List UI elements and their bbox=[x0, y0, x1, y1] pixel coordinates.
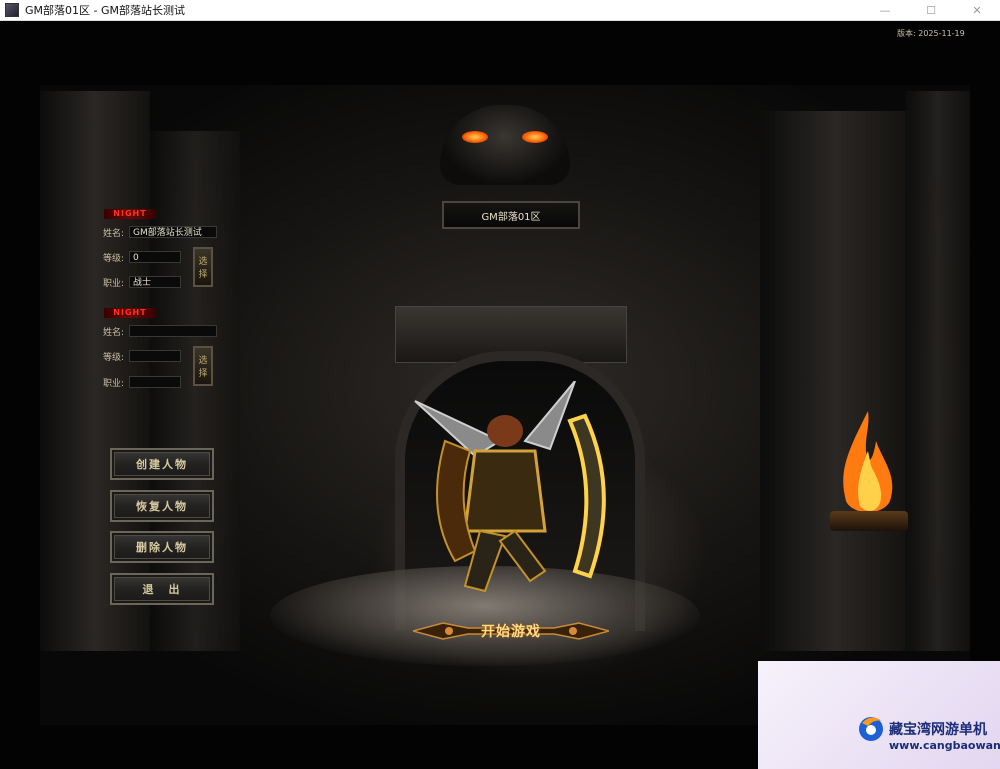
slot-1-level-value: 0 bbox=[133, 253, 139, 263]
left-pillar bbox=[40, 91, 150, 651]
maximize-button[interactable]: ☐ bbox=[908, 0, 954, 20]
delete-character-button[interactable]: 删除人物 bbox=[110, 531, 214, 563]
slot-2-select-button[interactable]: 选 择 bbox=[193, 346, 213, 386]
window-controls: — ☐ ✕ bbox=[862, 0, 1000, 20]
slot-2-class-field[interactable] bbox=[129, 376, 181, 388]
dragon-eye-right bbox=[522, 131, 548, 143]
slot-2-select-char-1: 选 bbox=[198, 356, 208, 366]
maximize-icon: ☐ bbox=[926, 3, 936, 17]
slot-1-title: NIGHT bbox=[104, 209, 156, 219]
create-character-button[interactable]: 创建人物 bbox=[110, 448, 214, 480]
server-name-box: GM部落01区 bbox=[442, 201, 580, 229]
slot-2-name-label: 姓名: bbox=[103, 328, 125, 338]
warrior-leg-right bbox=[498, 529, 547, 583]
restore-character-button[interactable]: 恢复人物 bbox=[110, 490, 214, 522]
slot-1-select-char-2: 择 bbox=[198, 270, 208, 280]
slot-2-name-field[interactable] bbox=[129, 325, 217, 337]
slot-1-name-label: 姓名: bbox=[103, 229, 125, 239]
brazier-fire bbox=[843, 411, 893, 513]
slot-2-level-label: 等级: bbox=[103, 353, 125, 363]
site-watermark: 藏宝湾网游单机 www.cangbaowan.net bbox=[758, 661, 1000, 769]
site-name: 藏宝湾网游单机 bbox=[889, 722, 987, 738]
delete-character-label: 删除人物 bbox=[136, 541, 188, 554]
app-icon bbox=[5, 3, 19, 17]
slot-1-select-button[interactable]: 选 择 bbox=[193, 247, 213, 287]
server-name: GM部落01区 bbox=[481, 211, 541, 223]
brazier bbox=[830, 511, 908, 531]
minimize-button[interactable]: — bbox=[862, 0, 908, 20]
slot-1-name-field[interactable]: GM部落站长测试 bbox=[129, 226, 217, 238]
slot-2-title: NIGHT bbox=[104, 308, 156, 318]
game-canvas: 版本: 2025-11-19 GM部落01区 NIGHT 姓名: GM部落站长测… bbox=[0, 21, 1000, 769]
start-game-button[interactable]: 开始游戏 bbox=[413, 618, 609, 644]
site-logo-icon bbox=[859, 717, 883, 741]
restore-character-label: 恢复人物 bbox=[136, 500, 188, 513]
slot-2-class-label: 职业: bbox=[103, 379, 125, 389]
slot-1-level-label: 等级: bbox=[103, 254, 125, 264]
close-button[interactable]: ✕ bbox=[954, 0, 1000, 20]
wing-right bbox=[523, 381, 576, 451]
site-url: www.cangbaowan.net bbox=[889, 739, 1000, 752]
game-window: GM部落01区 - GM部落站长测试 — ☐ ✕ 版本: 2025-11-19 … bbox=[0, 0, 1000, 769]
warrior-shield bbox=[567, 413, 606, 579]
dragon-eye-left bbox=[462, 131, 488, 143]
slot-1-select-char-1: 选 bbox=[198, 257, 208, 267]
slot-2-level-field[interactable] bbox=[129, 350, 181, 362]
version-label: 版本: 2025-11-19 bbox=[897, 29, 965, 38]
close-icon: ✕ bbox=[972, 3, 982, 17]
warrior-armor bbox=[463, 449, 547, 533]
slot-1-name-value: GM部落站长测试 bbox=[133, 228, 202, 238]
slot-1-level-field[interactable]: 0 bbox=[129, 251, 181, 263]
slot-1-class-value: 战士 bbox=[133, 278, 152, 288]
slot-2-select-char-2: 择 bbox=[198, 369, 208, 379]
warrior-head bbox=[487, 415, 523, 447]
minimize-icon: — bbox=[879, 3, 891, 17]
title-bar[interactable]: GM部落01区 - GM部落站长测试 — ☐ ✕ bbox=[0, 0, 1000, 21]
start-game-label: 开始游戏 bbox=[481, 624, 541, 640]
slot-1-class-label: 职业: bbox=[103, 279, 125, 289]
exit-label: 退 出 bbox=[142, 583, 182, 596]
right-pillar bbox=[760, 111, 910, 651]
right-outer-pillar bbox=[905, 91, 970, 651]
window-title: GM部落01区 - GM部落站长测试 bbox=[25, 4, 185, 17]
create-character-label: 创建人物 bbox=[136, 458, 188, 471]
slot-1-class-field[interactable]: 战士 bbox=[129, 276, 181, 288]
warrior-character bbox=[414, 381, 606, 593]
exit-button[interactable]: 退 出 bbox=[110, 573, 214, 605]
